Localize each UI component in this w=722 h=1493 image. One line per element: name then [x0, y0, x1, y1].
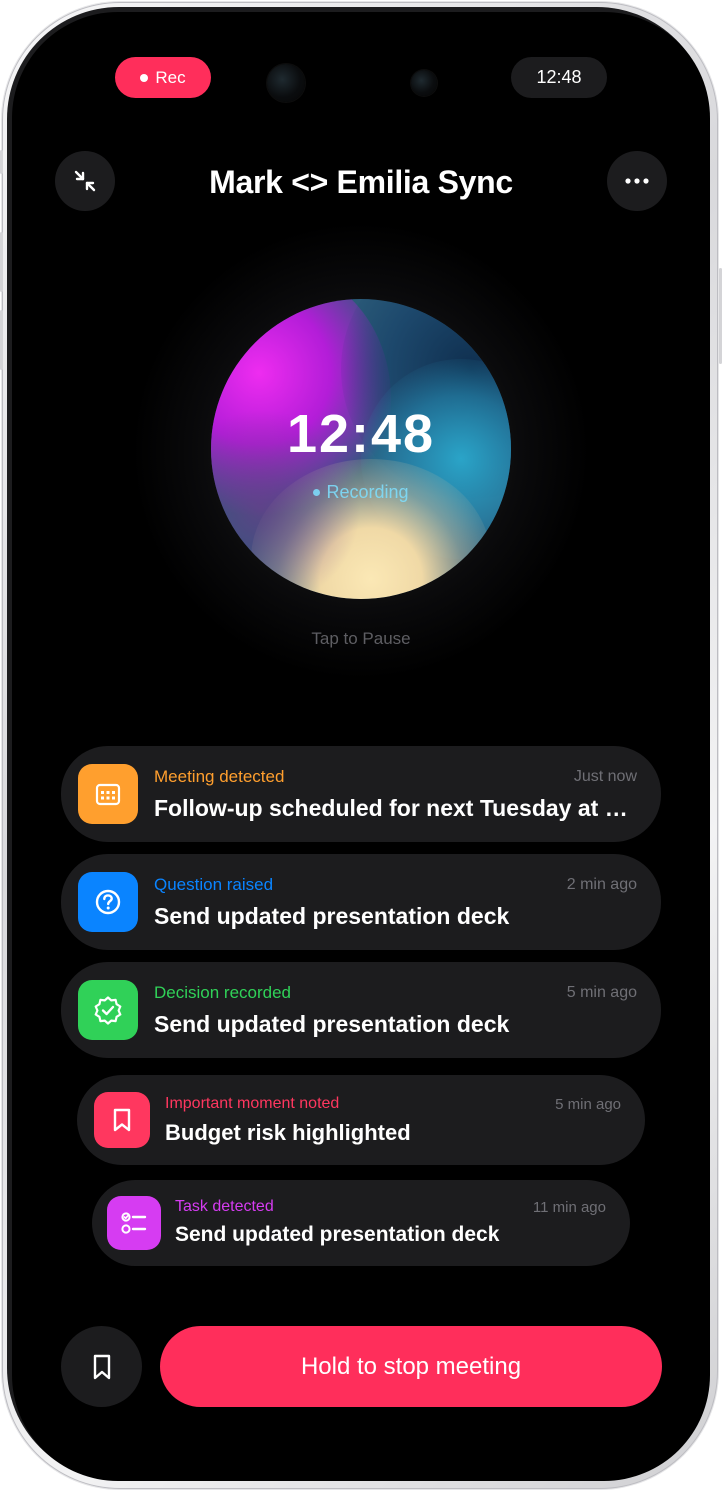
phone-side-button: [0, 150, 3, 174]
record-dot-icon: [140, 73, 149, 82]
event-kind: Important moment noted: [165, 1095, 340, 1112]
event-time: 5 min ago: [555, 1096, 621, 1113]
phone-side-button: [0, 232, 3, 292]
elapsed-timer: 12:48: [286, 404, 436, 464]
task-list-icon: [121, 1212, 147, 1234]
event-card[interactable]: Important moment noted 5 min ago Budget …: [77, 1075, 645, 1165]
event-icon-box: [78, 764, 138, 824]
tap-to-pause-hint: Tap to Pause: [311, 629, 411, 648]
recording-indicator[interactable]: Rec: [115, 57, 211, 98]
event-icon-box: [78, 980, 138, 1040]
event-text: Send updated presentation deck: [154, 1011, 510, 1037]
status-dot-icon: [313, 489, 321, 496]
face-id-sensor: [411, 70, 437, 96]
event-kind: Question raised: [154, 875, 274, 894]
app-screen: Rec 12:48 Mark <> Emilia Sync 12:48 Reco…: [12, 12, 710, 1481]
minimize-button[interactable]: [55, 151, 115, 211]
event-time: 11 min ago: [532, 1199, 606, 1216]
recording-status-label: Recording: [326, 482, 409, 502]
event-kind: Task detected: [175, 1198, 274, 1215]
recording-label: Rec: [155, 67, 186, 87]
meeting-title: Mark <> Emilia Sync: [209, 164, 513, 200]
event-kind: Meeting detected: [154, 767, 285, 786]
event-card[interactable]: Task detected 11 min ago Send updated pr…: [92, 1180, 630, 1266]
event-card[interactable]: Question raised 2 min ago Send updated p…: [61, 854, 661, 950]
phone-side-button: [0, 310, 3, 370]
status-time: 12:48: [511, 57, 607, 98]
recording-orb[interactable]: 12:48 Recording: [211, 299, 511, 599]
event-icon-box: [107, 1196, 161, 1250]
verified-badge-icon: [94, 996, 122, 1025]
event-text: Follow-up scheduled for next Tuesday at …: [154, 795, 638, 821]
event-time: 2 min ago: [566, 876, 637, 893]
event-time: Just now: [573, 768, 637, 785]
stop-meeting-button[interactable]: Hold to stop meeting: [160, 1326, 662, 1407]
event-text: Send updated presentation deck: [175, 1223, 500, 1246]
front-camera: [267, 64, 305, 102]
event-time: 5 min ago: [566, 984, 637, 1001]
question-circle-icon: [95, 889, 121, 915]
bookmark-moment-button[interactable]: [61, 1326, 142, 1407]
event-text: Send updated presentation deck: [154, 903, 510, 929]
ellipsis-icon: [625, 178, 649, 184]
event-icon-box: [78, 872, 138, 932]
more-options-button[interactable]: [607, 151, 667, 211]
collapse-arrows-icon: [74, 170, 96, 192]
bookmark-icon: [113, 1108, 131, 1132]
event-card[interactable]: Decision recorded 5 min ago Send updated…: [61, 962, 661, 1058]
bookmark-icon: [93, 1354, 110, 1379]
event-card[interactable]: Meeting detected Just now Follow-up sche…: [61, 746, 661, 842]
recording-status: Recording: [211, 482, 511, 503]
event-text: Budget risk highlighted: [165, 1120, 411, 1145]
event-kind: Decision recorded: [154, 983, 292, 1002]
event-icon-box: [94, 1092, 150, 1148]
calendar-icon: [95, 783, 121, 806]
